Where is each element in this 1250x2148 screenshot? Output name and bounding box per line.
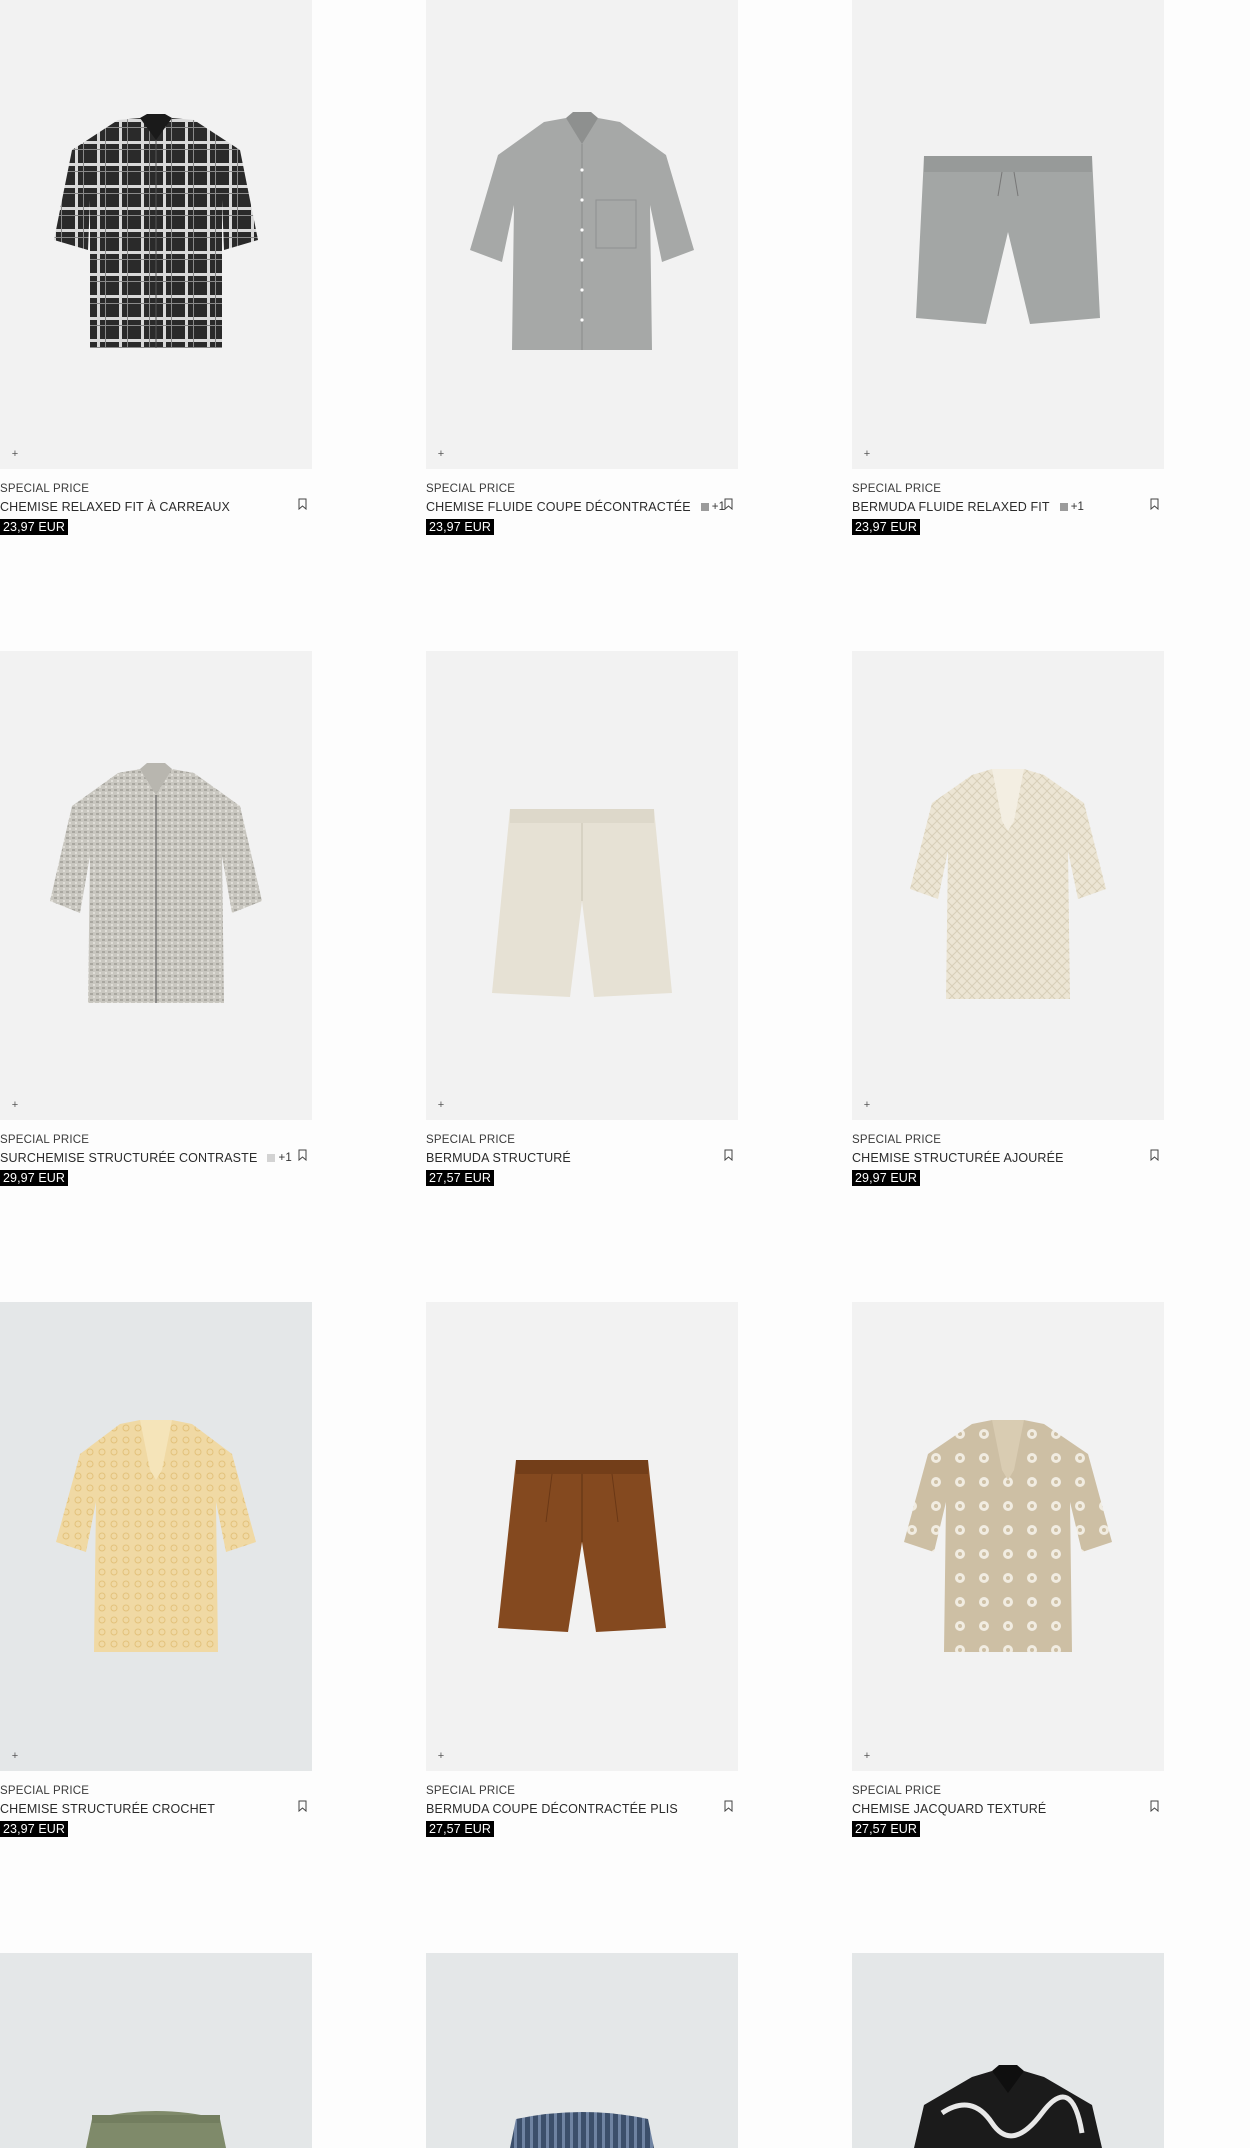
grey-shirt-illustration bbox=[470, 112, 694, 350]
product-card[interactable]: + SPECIAL PRICE BERMUDA FLUIDE RELAXED F… bbox=[852, 0, 1164, 536]
quick-add-icon[interactable]: + bbox=[435, 1099, 447, 1111]
product-image[interactable]: + bbox=[426, 1302, 738, 1771]
bookmark-icon[interactable] bbox=[1150, 1149, 1159, 1161]
quick-add-icon[interactable]: + bbox=[861, 1099, 873, 1111]
product-price: 23,97 EUR bbox=[0, 1821, 69, 1837]
product-image[interactable]: + bbox=[0, 0, 312, 469]
bookmark-icon[interactable] bbox=[1150, 498, 1159, 510]
promo-badge: SPECIAL PRICE bbox=[852, 1785, 942, 1797]
black-embroidered-shirt-illustration bbox=[914, 2065, 1102, 2148]
product-price: 27,57 EUR bbox=[426, 1821, 495, 1837]
product-card[interactable]: + SPECIAL PRICE CHEMISE RELAXED FIT À CA… bbox=[0, 0, 312, 536]
product-price: 23,97 EUR bbox=[0, 519, 69, 535]
product-price: 29,97 EUR bbox=[852, 1170, 921, 1186]
quick-add-icon[interactable]: + bbox=[435, 1750, 447, 1762]
cream-openwork-shirt-illustration bbox=[910, 769, 1106, 999]
product-card[interactable] bbox=[852, 1953, 1164, 2148]
product-card[interactable]: + SPECIAL PRICE SURCHEMISE STRUCTURÉE CO… bbox=[0, 651, 312, 1187]
bookmark-icon[interactable] bbox=[298, 1149, 307, 1161]
promo-badge: SPECIAL PRICE bbox=[0, 1134, 90, 1146]
product-name[interactable]: CHEMISE JACQUARD TEXTURÉ bbox=[852, 1802, 1046, 1816]
product-image[interactable]: + bbox=[852, 0, 1164, 469]
product-name[interactable]: CHEMISE FLUIDE COUPE DÉCONTRACTÉE bbox=[426, 500, 691, 514]
product-price: 29,97 EUR bbox=[0, 1170, 69, 1186]
product-card[interactable]: + SPECIAL PRICE CHEMISE FLUIDE COUPE DÉC… bbox=[426, 0, 738, 536]
promo-badge: SPECIAL PRICE bbox=[426, 483, 516, 495]
promo-badge: SPECIAL PRICE bbox=[0, 483, 90, 495]
brown-bermuda-illustration bbox=[498, 1460, 666, 1632]
bookmark-icon[interactable] bbox=[298, 498, 307, 510]
promo-badge: SPECIAL PRICE bbox=[0, 1785, 90, 1797]
product-image[interactable]: + bbox=[0, 651, 312, 1120]
color-swatches[interactable]: +1 bbox=[700, 501, 725, 513]
more-colors-count[interactable]: +1 bbox=[1071, 501, 1084, 513]
bookmark-icon[interactable] bbox=[724, 1800, 733, 1812]
product-image[interactable] bbox=[852, 1953, 1164, 2148]
more-colors-count[interactable]: +1 bbox=[278, 1152, 291, 1164]
bookmark-icon[interactable] bbox=[1150, 1800, 1159, 1812]
plaid-shirt-illustration bbox=[54, 114, 258, 348]
product-name[interactable]: CHEMISE STRUCTURÉE AJOURÉE bbox=[852, 1151, 1064, 1165]
product-price: 23,97 EUR bbox=[426, 519, 495, 535]
product-image[interactable] bbox=[426, 1953, 738, 2148]
color-swatches[interactable]: +1 bbox=[1059, 501, 1084, 513]
product-price: 27,57 EUR bbox=[852, 1821, 921, 1837]
grey-bermuda-illustration bbox=[916, 156, 1100, 324]
quick-add-icon[interactable]: + bbox=[435, 448, 447, 460]
product-card[interactable]: + SPECIAL PRICE CHEMISE JACQUARD TEXTURÉ… bbox=[852, 1302, 1164, 1838]
product-name[interactable]: CHEMISE RELAXED FIT À CARREAUX bbox=[0, 500, 230, 514]
promo-badge: SPECIAL PRICE bbox=[426, 1134, 516, 1146]
product-image[interactable]: + bbox=[0, 1302, 312, 1771]
blue-striped-shorts-illustration bbox=[510, 2112, 654, 2148]
product-image[interactable]: + bbox=[426, 651, 738, 1120]
promo-badge: SPECIAL PRICE bbox=[852, 1134, 942, 1146]
quick-add-icon[interactable]: + bbox=[9, 448, 21, 460]
beige-jacquard-shirt-illustration bbox=[904, 1420, 1112, 1652]
quick-add-icon[interactable]: + bbox=[9, 1750, 21, 1762]
product-name[interactable]: CHEMISE STRUCTURÉE CROCHET bbox=[0, 1802, 215, 1816]
grey-overshirt-illustration bbox=[50, 763, 262, 1003]
color-swatch[interactable] bbox=[700, 503, 709, 511]
product-image[interactable]: + bbox=[426, 0, 738, 469]
quick-add-icon[interactable]: + bbox=[9, 1099, 21, 1111]
color-swatch[interactable] bbox=[1059, 503, 1068, 511]
quick-add-icon[interactable]: + bbox=[861, 1750, 873, 1762]
promo-badge: SPECIAL PRICE bbox=[426, 1785, 516, 1797]
quick-add-icon[interactable]: + bbox=[861, 448, 873, 460]
product-image[interactable] bbox=[0, 1953, 312, 2148]
promo-badge: SPECIAL PRICE bbox=[852, 483, 942, 495]
product-grid: + SPECIAL PRICE CHEMISE RELAXED FIT À CA… bbox=[0, 0, 1250, 2148]
product-card[interactable]: + SPECIAL PRICE BERMUDA COUPE DÉCONTRACT… bbox=[426, 1302, 738, 1838]
bookmark-icon[interactable] bbox=[724, 498, 733, 510]
khaki-shorts-illustration bbox=[86, 2111, 226, 2148]
product-price: 27,57 EUR bbox=[426, 1170, 495, 1186]
ecru-bermuda-illustration bbox=[492, 809, 672, 997]
product-image[interactable]: + bbox=[852, 651, 1164, 1120]
product-name[interactable]: BERMUDA STRUCTURÉ bbox=[426, 1151, 571, 1165]
product-card[interactable] bbox=[426, 1953, 738, 2148]
product-card[interactable]: + SPECIAL PRICE CHEMISE STRUCTURÉE AJOUR… bbox=[852, 651, 1164, 1187]
bookmark-icon[interactable] bbox=[724, 1149, 733, 1161]
product-card[interactable]: + SPECIAL PRICE CHEMISE STRUCTURÉE CROCH… bbox=[0, 1302, 312, 1838]
product-card[interactable]: + SPECIAL PRICE BERMUDA STRUCTURÉ 27,57 … bbox=[426, 651, 738, 1187]
color-swatch[interactable] bbox=[267, 1154, 276, 1162]
product-price: 23,97 EUR bbox=[852, 519, 921, 535]
product-name[interactable]: BERMUDA FLUIDE RELAXED FIT bbox=[852, 500, 1050, 514]
bookmark-icon[interactable] bbox=[298, 1800, 307, 1812]
product-image[interactable]: + bbox=[852, 1302, 1164, 1771]
product-card[interactable] bbox=[0, 1953, 312, 2148]
yellow-crochet-shirt-illustration bbox=[56, 1420, 256, 1652]
product-name[interactable]: SURCHEMISE STRUCTURÉE CONTRASTE bbox=[0, 1151, 257, 1165]
color-swatches[interactable]: +1 bbox=[267, 1152, 292, 1164]
product-name[interactable]: BERMUDA COUPE DÉCONTRACTÉE PLIS bbox=[426, 1802, 678, 1816]
